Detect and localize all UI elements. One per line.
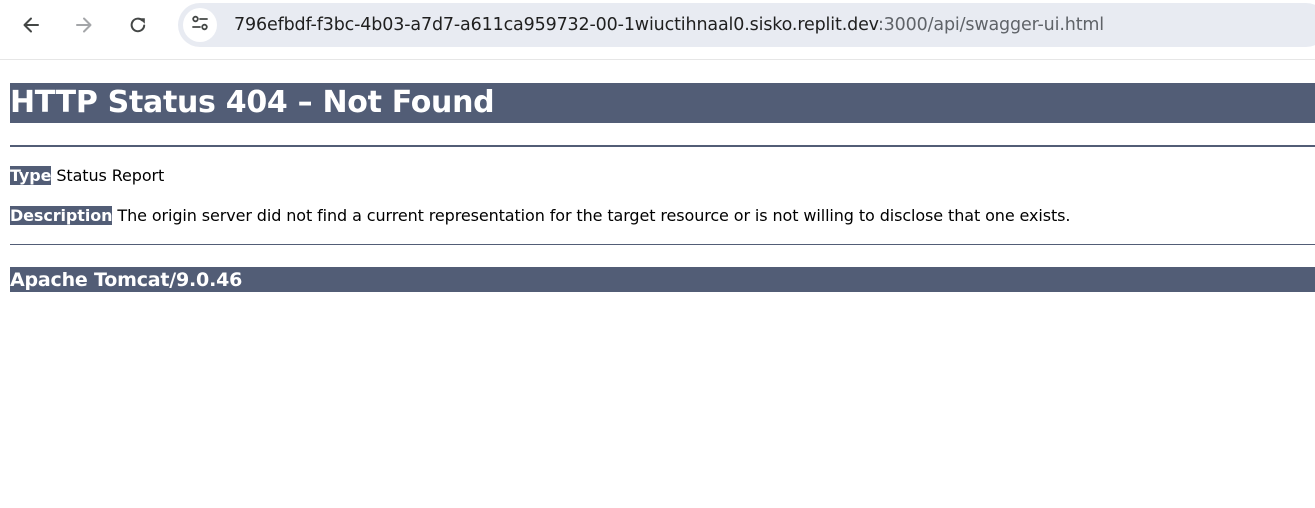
url-text[interactable]: 796efbdf-f3bc-4b03-a7d7-a611ca959732-00-… bbox=[234, 14, 1104, 36]
forward-button[interactable] bbox=[67, 8, 101, 42]
error-page: HTTP Status 404 – Not Found Type Status … bbox=[10, 83, 1315, 292]
arrow-right-icon bbox=[74, 15, 94, 35]
arrow-left-icon bbox=[21, 15, 41, 35]
url-path: :3000/api/swagger-ui.html bbox=[877, 15, 1105, 35]
page-title: HTTP Status 404 – Not Found bbox=[10, 83, 1315, 123]
reload-icon bbox=[128, 15, 148, 35]
type-row: Type Status Report bbox=[10, 166, 164, 186]
description-value: The origin server did not find a current… bbox=[117, 206, 1071, 225]
tune-icon bbox=[190, 13, 210, 37]
description-row: Description The origin server did not fi… bbox=[10, 206, 1070, 226]
site-info-button[interactable] bbox=[183, 8, 217, 42]
divider bbox=[10, 244, 1315, 245]
divider bbox=[10, 145, 1315, 147]
browser-toolbar: 796efbdf-f3bc-4b03-a7d7-a611ca959732-00-… bbox=[0, 0, 1315, 50]
server-info: Apache Tomcat/9.0.46 bbox=[10, 267, 1315, 292]
description-label: Description bbox=[10, 206, 113, 225]
address-bar[interactable]: 796efbdf-f3bc-4b03-a7d7-a611ca959732-00-… bbox=[178, 3, 1315, 47]
toolbar-divider bbox=[0, 59, 1315, 60]
type-label: Type bbox=[10, 166, 52, 185]
reload-button[interactable] bbox=[121, 8, 155, 42]
type-value: Status Report bbox=[56, 166, 165, 185]
url-host: 796efbdf-f3bc-4b03-a7d7-a611ca959732-00-… bbox=[234, 15, 878, 35]
back-button[interactable] bbox=[14, 8, 48, 42]
